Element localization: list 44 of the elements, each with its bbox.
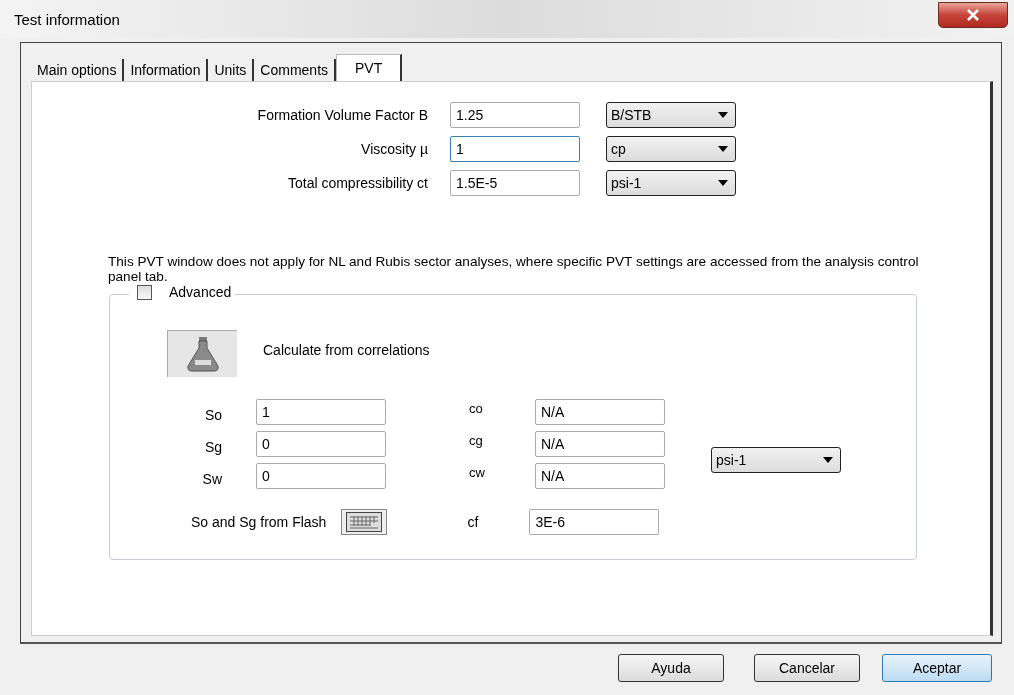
field-label: Sw — [202, 470, 223, 487]
caret-icon — [718, 146, 728, 152]
input-field[interactable]: 3E-6 — [529, 509, 660, 535]
dropdown[interactable]: psi-1 — [711, 447, 841, 473]
flask-icon — [185, 336, 220, 372]
field-label: Viscosity µ — [360, 141, 428, 157]
dropdown[interactable]: B/STB — [606, 102, 736, 128]
input-field[interactable]: N/A — [535, 463, 665, 489]
dropdown[interactable]: cp — [606, 136, 736, 162]
keyboard-icon — [346, 512, 383, 532]
field-label: Formation Volume Factor B — [256, 107, 428, 123]
dialog-button[interactable]: Cancelar — [754, 654, 860, 682]
input-field[interactable]: 0 — [256, 463, 386, 489]
input-field[interactable]: 1.25 — [450, 102, 580, 128]
caret-icon — [718, 112, 728, 118]
note-text: This PVT window does not apply for NL and Rubis sector analyses, where specific PVT settings are accessed from the analysis control panel tab. — [108, 254, 920, 284]
input-field[interactable]: 0 — [256, 431, 386, 457]
flash-button[interactable] — [341, 509, 388, 535]
tab[interactable]: PVT — [336, 54, 403, 81]
dialog-button[interactable]: Ayuda — [618, 654, 724, 682]
field-label: cw — [468, 464, 486, 480]
field-label: co — [468, 400, 484, 416]
window-title: Test information — [14, 10, 120, 28]
input-field[interactable]: 1 — [450, 136, 580, 162]
field-label: cf — [467, 514, 480, 530]
field-label: So — [204, 406, 223, 423]
close-button[interactable] — [938, 2, 1008, 28]
caret-icon — [718, 180, 728, 186]
input-field[interactable]: N/A — [535, 399, 665, 425]
caret-icon — [823, 457, 833, 463]
input-field[interactable]: 1 — [256, 399, 386, 425]
input-field[interactable]: 1.5E-5 — [450, 170, 580, 196]
dialog-button[interactable]: Aceptar — [882, 654, 992, 682]
field-label: So and Sg from Flash — [191, 514, 327, 530]
field-label: cg — [468, 432, 484, 448]
button-label: Calculate from correlations — [263, 341, 430, 358]
field-label: Sg — [204, 438, 223, 455]
close-icon — [966, 9, 980, 21]
checkbox-label: Advanced — [169, 284, 232, 300]
input-field[interactable]: N/A — [535, 431, 665, 457]
calculate-button[interactable] — [167, 330, 237, 377]
field-label: Total compressibility ct — [286, 175, 428, 191]
dropdown[interactable]: psi-1 — [606, 170, 736, 196]
checkbox[interactable] — [137, 284, 152, 300]
